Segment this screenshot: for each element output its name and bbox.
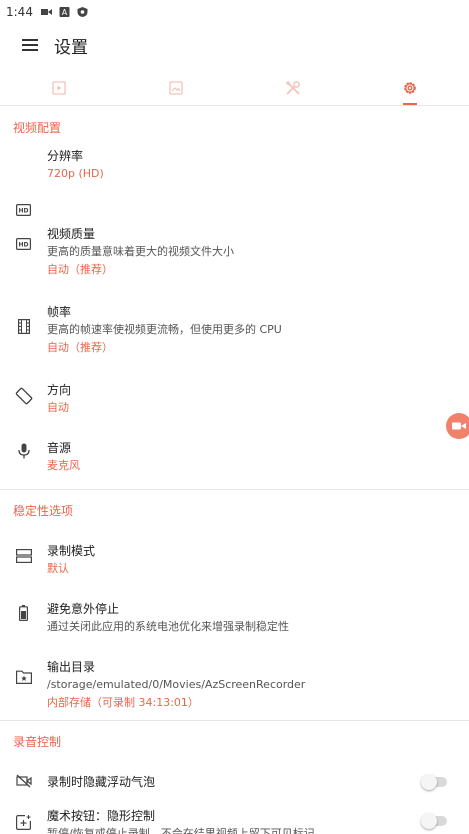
setting-orientation[interactable]: 方向 自动 bbox=[0, 381, 469, 439]
setting-avoid-stop[interactable]: 避免意外停止 通过关闭此应用的系统电池优化来增强录制稳定性 bbox=[0, 588, 469, 646]
hide-bubble-title: 录制时隐藏浮动气泡 bbox=[47, 775, 156, 789]
magic-button-icon bbox=[16, 815, 31, 830]
hd-icon: HD bbox=[16, 238, 31, 250]
setting-audio-source[interactable]: 音源 麦克风 bbox=[0, 439, 469, 483]
output-directory-title: 输出目录 bbox=[47, 660, 96, 674]
section-header-video: 视频配置 bbox=[13, 120, 62, 135]
app-bar: 设置 bbox=[0, 24, 469, 66]
shield-status-icon bbox=[77, 7, 88, 17]
status-time: 1:44 bbox=[6, 5, 33, 19]
setting-magic-button[interactable]: 魔术按钮：隐形控制 暂停/恢复或停止录制，不会在结果视频上留下可见标记 bbox=[0, 801, 469, 834]
avoid-stop-title: 避免意外停止 bbox=[47, 602, 120, 616]
tab-tools[interactable] bbox=[235, 70, 352, 105]
audio-source-title: 音源 bbox=[47, 441, 72, 455]
resolution-title: 分辨率 bbox=[47, 149, 84, 163]
svg-text:HD: HD bbox=[18, 242, 28, 249]
resolution-value: 720p (HD) bbox=[47, 167, 104, 180]
avoid-stop-desc: 通过关闭此应用的系统电池优化来增强录制稳定性 bbox=[47, 620, 289, 633]
record-mode-icon bbox=[15, 549, 32, 563]
film-strip-icon bbox=[17, 319, 30, 334]
hd-icon: HD bbox=[16, 204, 31, 216]
magic-button-title: 魔术按钮：隐形控制 bbox=[47, 809, 156, 823]
tab-images[interactable] bbox=[117, 70, 234, 105]
audio-source-value: 麦克风 bbox=[47, 459, 80, 472]
video-quality-desc: 更高的质量意味着更大的视频文件大小 bbox=[47, 245, 234, 258]
microphone-icon bbox=[17, 443, 30, 459]
frame-rate-title: 帧率 bbox=[47, 305, 72, 319]
magic-button-desc: 暂停/恢复或停止录制，不会在结果视频上留下可见标记 bbox=[47, 827, 315, 834]
battery-icon bbox=[19, 605, 28, 621]
magic-button-toggle[interactable] bbox=[421, 813, 447, 829]
tab-bar bbox=[0, 70, 469, 106]
folder-star-icon bbox=[15, 670, 32, 684]
menu-button[interactable] bbox=[0, 24, 60, 66]
video-quality-value: 自动（推荐） bbox=[47, 263, 113, 276]
video-camera-icon bbox=[452, 422, 466, 430]
tab-videos[interactable] bbox=[0, 70, 117, 105]
output-directory-storage: 内部存储（可录制 34:13:01） bbox=[47, 696, 199, 709]
video-quality-title: 视频质量 bbox=[47, 227, 96, 241]
orientation-value: 自动 bbox=[47, 401, 69, 414]
setting-resolution[interactable]: HD 分辨率 720p (HD) bbox=[0, 147, 469, 225]
page-title: 设置 bbox=[54, 37, 88, 58]
tools-tab-icon bbox=[286, 80, 300, 95]
hide-bubble-toggle[interactable] bbox=[421, 774, 447, 790]
camera-status-icon bbox=[40, 9, 52, 15]
status-bar: 1:44 A bbox=[0, 0, 469, 24]
frame-rate-value: 自动（推荐） bbox=[47, 341, 113, 354]
record-mode-title: 录制模式 bbox=[47, 544, 96, 558]
record-mode-value: 默认 bbox=[47, 562, 69, 575]
setting-record-mode[interactable]: 录制模式 默认 bbox=[0, 530, 469, 588]
video-off-icon bbox=[15, 774, 32, 788]
setting-video-quality[interactable]: HD 视频质量 更高的质量意味着更大的视频文件大小 自动（推荐） bbox=[0, 225, 469, 303]
svg-text:HD: HD bbox=[18, 208, 28, 215]
video-tab-icon bbox=[51, 80, 66, 95]
floating-record-bubble[interactable] bbox=[446, 413, 469, 439]
orientation-title: 方向 bbox=[47, 383, 72, 397]
menu-icon bbox=[22, 39, 38, 51]
section-header-recording: 录音控制 bbox=[13, 734, 62, 749]
settings-list: 视频配置 HD 分辨率 720p (HD) HD 视频质量 更高的质量意味着更大… bbox=[0, 107, 469, 834]
settings-tab-icon bbox=[404, 81, 417, 94]
screen-rotation-icon bbox=[15, 387, 32, 405]
output-directory-path: /storage/emulated/0/Movies/AzScreenRecor… bbox=[47, 678, 306, 691]
setting-frame-rate[interactable]: 帧率 更高的帧速率使视频更流畅，但使用更多的 CPU 自动（推荐） bbox=[0, 303, 469, 381]
a-notification-icon: A bbox=[59, 7, 70, 17]
svg-text:A: A bbox=[62, 8, 68, 17]
setting-hide-bubble[interactable]: 录制时隐藏浮动气泡 bbox=[0, 761, 469, 801]
tab-settings[interactable] bbox=[352, 70, 469, 105]
setting-output-directory[interactable]: 输出目录 /storage/emulated/0/Movies/AzScreen… bbox=[0, 646, 469, 710]
section-header-stability: 稳定性选项 bbox=[13, 503, 74, 518]
frame-rate-desc: 更高的帧速率使视频更流畅，但使用更多的 CPU bbox=[47, 323, 282, 336]
image-tab-icon bbox=[169, 80, 183, 95]
